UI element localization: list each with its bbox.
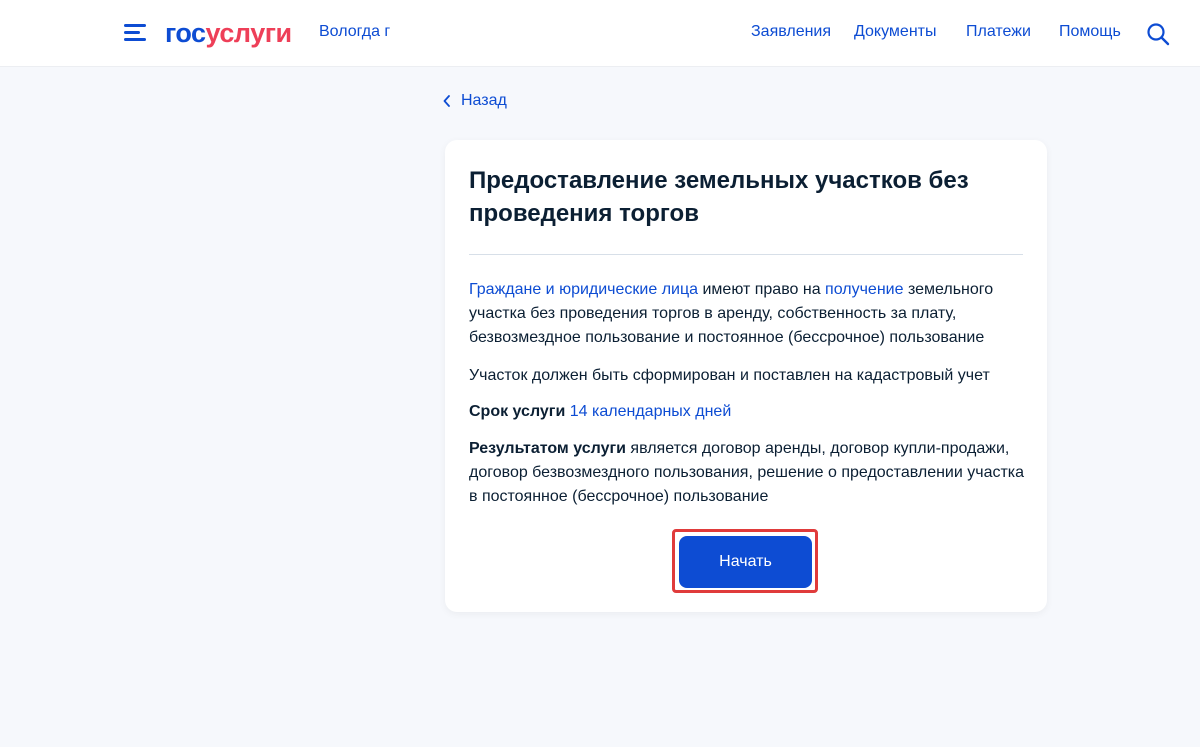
nav-payments[interactable]: Платежи [966,23,1031,41]
service-description: Граждане и юридические лица имеют право … [469,278,1029,350]
service-result: Результатом услуги является договор арен… [469,437,1029,509]
citizens-link[interactable]: Граждане и юридические лица [469,281,698,298]
nav-documents[interactable]: Документы [854,23,936,41]
title-divider [469,254,1023,255]
menu-icon[interactable] [124,24,146,42]
back-link-label: Назад [461,92,507,109]
region-selector[interactable]: Вологда г [319,23,390,41]
start-button[interactable]: Начать [679,536,812,588]
receipt-link[interactable]: получение [825,281,903,298]
site-header: госуслуги Вологда г Заявления Документы … [0,0,1200,66]
chevron-left-icon [443,95,450,107]
service-term: Срок услуги 14 календарных дней [469,400,1029,424]
gosuslugi-logo[interactable]: госуслуги [165,18,292,48]
description-text-1: имеют право на [698,281,826,298]
nav-help[interactable]: Помощь [1059,23,1121,41]
nav-applications[interactable]: Заявления [751,23,831,41]
logo-part-gos: гос [165,18,206,48]
search-icon[interactable] [1146,22,1170,46]
term-label: Срок услуги [469,403,566,420]
service-title: Предоставление земельных участков без пр… [469,167,969,227]
back-link[interactable]: Назад [443,92,507,110]
service-card: Предоставление земельных участков без пр… [445,140,1047,612]
logo-part-uslugi: услуги [205,18,293,48]
result-label: Результатом услуги [469,440,626,457]
term-value-link[interactable]: 14 календарных дней [570,403,731,420]
requirement-text: Участок должен быть сформирован и постав… [469,367,990,384]
